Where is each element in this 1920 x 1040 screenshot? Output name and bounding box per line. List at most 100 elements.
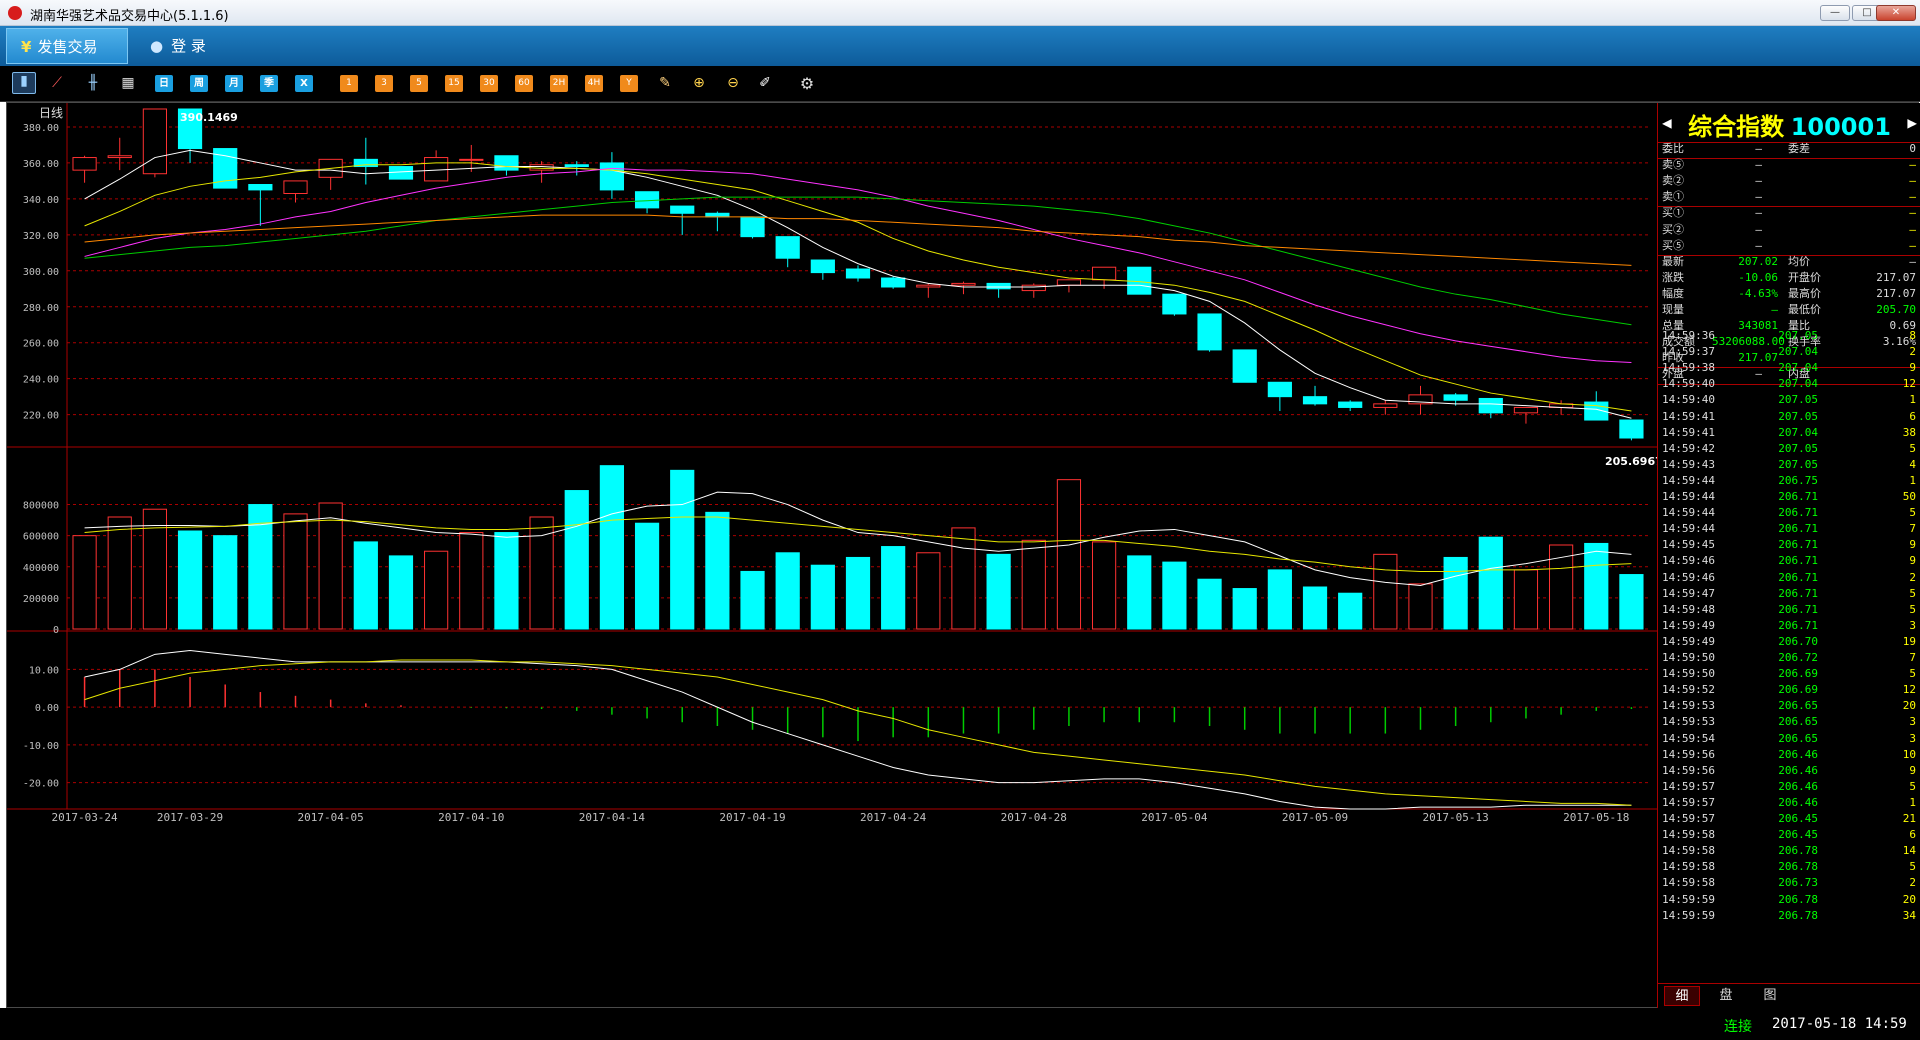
moving-average-line: [84, 196, 1632, 326]
trade-tick-row: 14:59:52 206.69 12: [1662, 682, 1916, 698]
minute-1-button[interactable]: 1: [340, 75, 358, 92]
year-button[interactable]: Y: [620, 75, 638, 92]
minute-15-button[interactable]: 15: [445, 75, 463, 92]
notes-icon[interactable]: ✎: [656, 75, 674, 92]
quote-key: 现量: [1662, 303, 1684, 316]
tick-price: 207.05: [1778, 393, 1818, 407]
tick-volume: 2: [1909, 570, 1916, 584]
candle-body: [881, 277, 906, 288]
macd-tick-label: -20.00: [23, 779, 59, 790]
volume-bar: [1513, 569, 1539, 630]
volume-bar: [1619, 574, 1644, 630]
quote-value: —: [1909, 206, 1916, 220]
hour-2-button[interactable]: 2H: [550, 75, 568, 92]
zoom-in-icon[interactable]: ⊕: [690, 75, 708, 92]
minute-60-button[interactable]: 60: [515, 75, 533, 92]
sell-row: 卖① — —: [1662, 189, 1916, 205]
volume-bar: [1338, 592, 1363, 630]
trade-tick-row: 14:59:42 207.05 5: [1662, 441, 1916, 457]
tick-price: 206.78: [1778, 860, 1818, 874]
tick-price: 206.65: [1778, 699, 1818, 713]
tick-volume: 9: [1909, 763, 1916, 777]
tick-volume: 7: [1909, 651, 1916, 664]
minute-30-button[interactable]: 30: [480, 75, 498, 92]
minimize-button[interactable]: —: [1820, 5, 1850, 21]
period-week-button[interactable]: 周: [190, 75, 208, 92]
volume-bar: [318, 502, 343, 630]
macd-tick-label: 0.00: [35, 703, 59, 714]
volume-bar: [951, 527, 976, 630]
period-day-button[interactable]: 日: [155, 75, 173, 92]
tick-price: 206.46: [1778, 795, 1818, 809]
trade-tick-row: 14:59:59 206.78 34: [1662, 908, 1916, 924]
trade-tick-row: 14:59:57 206.46 1: [1662, 795, 1916, 811]
tick-time: 14:59:53: [1662, 699, 1715, 713]
candle-body: [810, 259, 835, 274]
connection-status: 连接: [1724, 1019, 1752, 1035]
volume-bar: [142, 508, 167, 630]
tab-detail[interactable]: 细: [1664, 986, 1700, 1006]
tick-price: 206.46: [1778, 747, 1818, 761]
tick-volume: 50: [1902, 490, 1916, 503]
period-quarter-button[interactable]: 季: [260, 75, 278, 92]
period-label: 日线: [39, 106, 63, 120]
close-button[interactable]: ✕: [1876, 5, 1916, 21]
tick-price: 206.71: [1778, 586, 1818, 600]
candlestick-icon[interactable]: ╫: [84, 75, 102, 92]
candle-body: [564, 164, 589, 168]
tick-price: 207.05: [1778, 329, 1818, 342]
candle-body: [986, 282, 1011, 290]
draw-icon[interactable]: ✐: [756, 75, 774, 92]
period-month-button[interactable]: 月: [225, 75, 243, 92]
tick-volume: 4: [1909, 457, 1916, 471]
tick-price: 206.78: [1778, 908, 1818, 922]
trade-tick-row: 14:59:57 206.46 5: [1662, 779, 1916, 795]
quote-key: 买①: [1662, 206, 1684, 220]
period-custom-button[interactable]: X: [295, 75, 313, 92]
prev-arrow-icon[interactable]: ◀: [1662, 113, 1672, 132]
trade-tick-row: 14:59:45 206.71 9: [1662, 537, 1916, 553]
line-chart-icon[interactable]: ⟋: [48, 75, 66, 92]
tick-price: 206.75: [1778, 473, 1818, 487]
tick-price: 206.46: [1778, 763, 1818, 777]
trade-tick-row: 14:59:50 206.69 5: [1662, 666, 1916, 682]
date-tick-label: 2017-03-29: [157, 811, 223, 824]
trade-tick-row: 14:59:37 207.04 2: [1662, 344, 1916, 360]
tick-price: 207.05: [1778, 441, 1818, 455]
bar-chart-icon[interactable]: ▮: [12, 72, 36, 94]
candle-body: [740, 216, 765, 238]
tick-volume: 5: [1909, 506, 1916, 520]
trade-tab[interactable]: ¥ 发售交易: [6, 28, 128, 64]
minute-5-button[interactable]: 5: [410, 75, 428, 92]
quote-value: —: [1755, 190, 1762, 204]
instrument-code: 100001: [1790, 113, 1891, 141]
kline-chart[interactable]: 日线 380.00 360.00 340.00 320.00 300.00 280.00 26…: [7, 103, 1657, 1009]
trade-tick-row: 14:59:41 207.04 38: [1662, 425, 1916, 441]
volume-bar: [1021, 539, 1046, 630]
quote-value: —: [1755, 142, 1762, 155]
hour-4-button[interactable]: 4H: [585, 75, 603, 92]
login-tab[interactable]: ● 登 录: [136, 28, 236, 64]
zoom-out-icon[interactable]: ⊖: [724, 75, 742, 92]
tick-time: 14:59:40: [1662, 393, 1715, 407]
tick-volume: 12: [1902, 683, 1916, 697]
tab-chart[interactable]: 图: [1752, 986, 1788, 1006]
volume-bar: [599, 465, 625, 630]
calendar-icon[interactable]: ▦: [119, 75, 137, 92]
volume-bar: [1373, 553, 1398, 630]
tick-volume: 19: [1902, 634, 1916, 648]
tick-price: 207.04: [1778, 345, 1818, 359]
tick-volume: 8: [1909, 329, 1916, 342]
tab-orderbook[interactable]: 盘: [1708, 986, 1744, 1006]
volume-bar: [72, 535, 97, 630]
trade-tick-row: 14:59:59 206.78 20: [1662, 892, 1916, 908]
tick-price: 206.69: [1778, 683, 1818, 697]
date-tick-label: 2017-04-05: [298, 811, 364, 824]
next-arrow-icon[interactable]: ▶: [1907, 113, 1917, 132]
settings-icon[interactable]: ⚙: [798, 75, 816, 92]
minute-3-button[interactable]: 3: [375, 75, 393, 92]
tick-time: 14:59:44: [1662, 522, 1715, 536]
date-tick-label: 2017-05-18: [1563, 811, 1629, 824]
volume-bar: [353, 541, 378, 630]
trade-tick-row: 14:59:44 206.75 1: [1662, 473, 1916, 489]
